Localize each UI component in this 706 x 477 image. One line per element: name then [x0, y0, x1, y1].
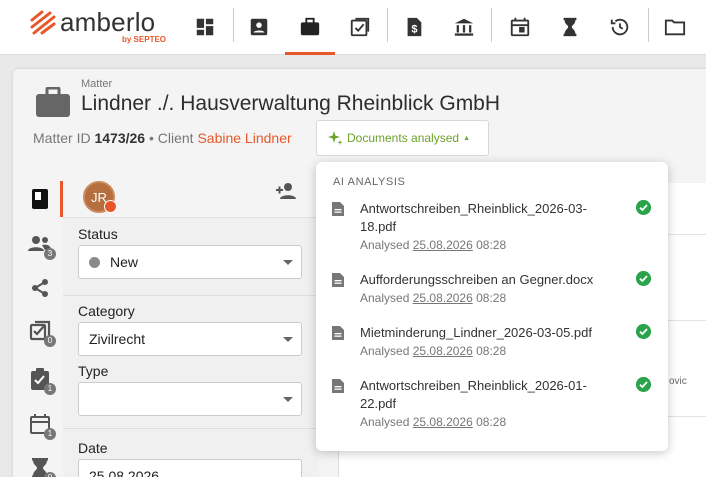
dropdown-arrow-icon [283, 337, 293, 342]
client-link[interactable]: Sabine Lindner [197, 130, 291, 146]
status-value: New [110, 254, 139, 270]
status-label: Status [78, 226, 118, 242]
folder-icon[interactable] [660, 12, 690, 42]
documents-analysed-label: Documents analysed [347, 131, 460, 145]
analysed-time: 08:28 [476, 291, 507, 305]
billing-icon[interactable]: $ [399, 12, 429, 42]
contacts-icon[interactable] [244, 12, 274, 42]
analysed-info: Analysed 25.08.2026 08:28 [360, 291, 507, 305]
matter-title: Lindner ./. Hausverwaltung Rheinblick Gm… [81, 92, 501, 115]
dropdown-arrow-icon [283, 260, 293, 265]
time-count-badge: 0 [44, 472, 56, 477]
analysed-info: Analysed 25.08.2026 08:28 [360, 415, 507, 429]
history-icon[interactable] [605, 12, 635, 42]
document-icon [332, 273, 344, 287]
bank-icon[interactable] [449, 12, 479, 42]
logo-text: amberlo [60, 7, 156, 37]
analysed-info: Analysed 25.08.2026 08:28 [360, 238, 507, 252]
check-circle-icon [636, 271, 651, 286]
analysed-time: 08:28 [476, 238, 507, 252]
sparkle-icon [328, 131, 343, 145]
calendar-icon[interactable] [505, 12, 535, 42]
check-circle-icon [636, 200, 651, 215]
task-count-badge: 1 [44, 383, 56, 395]
background-text: ovic [669, 376, 687, 387]
add-person-icon[interactable] [275, 182, 297, 200]
share-icon[interactable] [27, 275, 53, 301]
logo-subtext: by SEPTEO [122, 35, 167, 44]
document-icon [332, 202, 344, 216]
analysed-date: 25.08.2026 [412, 291, 473, 305]
category-label: Category [78, 303, 135, 319]
status-dot-icon [89, 256, 100, 268]
document-icon [332, 379, 344, 393]
document-name: Mietminderung_Lindner_2026-03-05.pdf [360, 325, 592, 340]
meta-separator: • [148, 130, 154, 146]
check-circle-icon [636, 377, 651, 392]
calendar-event-icon[interactable]: 1 [27, 411, 56, 440]
category-value: Zivilrecht [89, 331, 146, 347]
analysed-time: 08:28 [476, 344, 507, 358]
top-navigation: amberlo by SEPTEO $ [0, 0, 706, 55]
dropdown-arrow-icon [283, 397, 293, 402]
matter-id-label: Matter ID [33, 130, 91, 146]
checklist-icon[interactable]: 0 [27, 318, 56, 347]
calendar-count-badge: 1 [44, 428, 56, 440]
client-label: Client [157, 130, 194, 146]
timer-icon[interactable] [555, 12, 585, 42]
analysed-info: Analysed 25.08.2026 08:28 [360, 344, 507, 358]
tasks-icon[interactable] [345, 12, 375, 42]
date-value: 25.08.2026 [89, 468, 160, 477]
document-name: Aufforderungsschreiben an Gegner.docx [360, 272, 594, 287]
nav-separator [491, 8, 492, 42]
document-name: Antwortschreiben_Rheinblick_2026-03-18.p… [360, 201, 587, 234]
type-select[interactable] [78, 382, 302, 416]
status-select[interactable]: New [78, 245, 302, 279]
type-label: Type [78, 363, 109, 379]
amberlo-logo[interactable]: amberlo by SEPTEO [30, 7, 175, 47]
field-divider [63, 295, 319, 296]
category-select[interactable]: Zivilrecht [78, 322, 302, 356]
document-icon [332, 326, 344, 340]
analysed-date: 25.08.2026 [412, 415, 473, 429]
nav-separator [387, 8, 388, 42]
matter-briefcase-icon [36, 87, 70, 117]
chevron-up-icon: ▲ [463, 134, 470, 142]
matter-label: Matter [81, 78, 113, 90]
checklist-count-badge: 0 [44, 335, 56, 347]
matters-icon[interactable] [295, 12, 325, 42]
hourglass-icon[interactable]: 0 [27, 455, 56, 477]
avatar-status-icon [104, 200, 117, 213]
matter-meta: Matter ID 1473/26 • Client Sabine Lindne… [33, 130, 292, 146]
dashboard-icon[interactable] [190, 12, 220, 42]
active-nav-indicator [285, 52, 335, 55]
nav-separator [648, 8, 649, 42]
notebook-icon[interactable] [27, 186, 53, 212]
field-divider [63, 428, 319, 429]
analysed-date: 25.08.2026 [412, 344, 473, 358]
check-circle-icon [636, 324, 651, 339]
matter-id-value: 1473/26 [94, 130, 146, 146]
team-icon[interactable]: 3 [27, 231, 56, 260]
analysed-date: 25.08.2026 [412, 238, 473, 252]
svg-text:$: $ [411, 24, 417, 36]
nav-separator [233, 8, 234, 42]
logo-mark-icon [30, 10, 56, 35]
team-count-badge: 3 [44, 248, 56, 260]
date-input[interactable]: 25.08.2026 [78, 459, 302, 477]
documents-analysed-button[interactable]: Documents analysed ▲ [316, 120, 489, 156]
document-name: Antwortschreiben_Rheinblick_2026-01-22.p… [360, 378, 587, 411]
task-clipboard-icon[interactable]: 1 [27, 366, 56, 395]
ai-analysis-title: AI ANALYSIS [333, 176, 406, 188]
analysed-time: 08:28 [476, 415, 507, 429]
date-label: Date [78, 440, 108, 456]
